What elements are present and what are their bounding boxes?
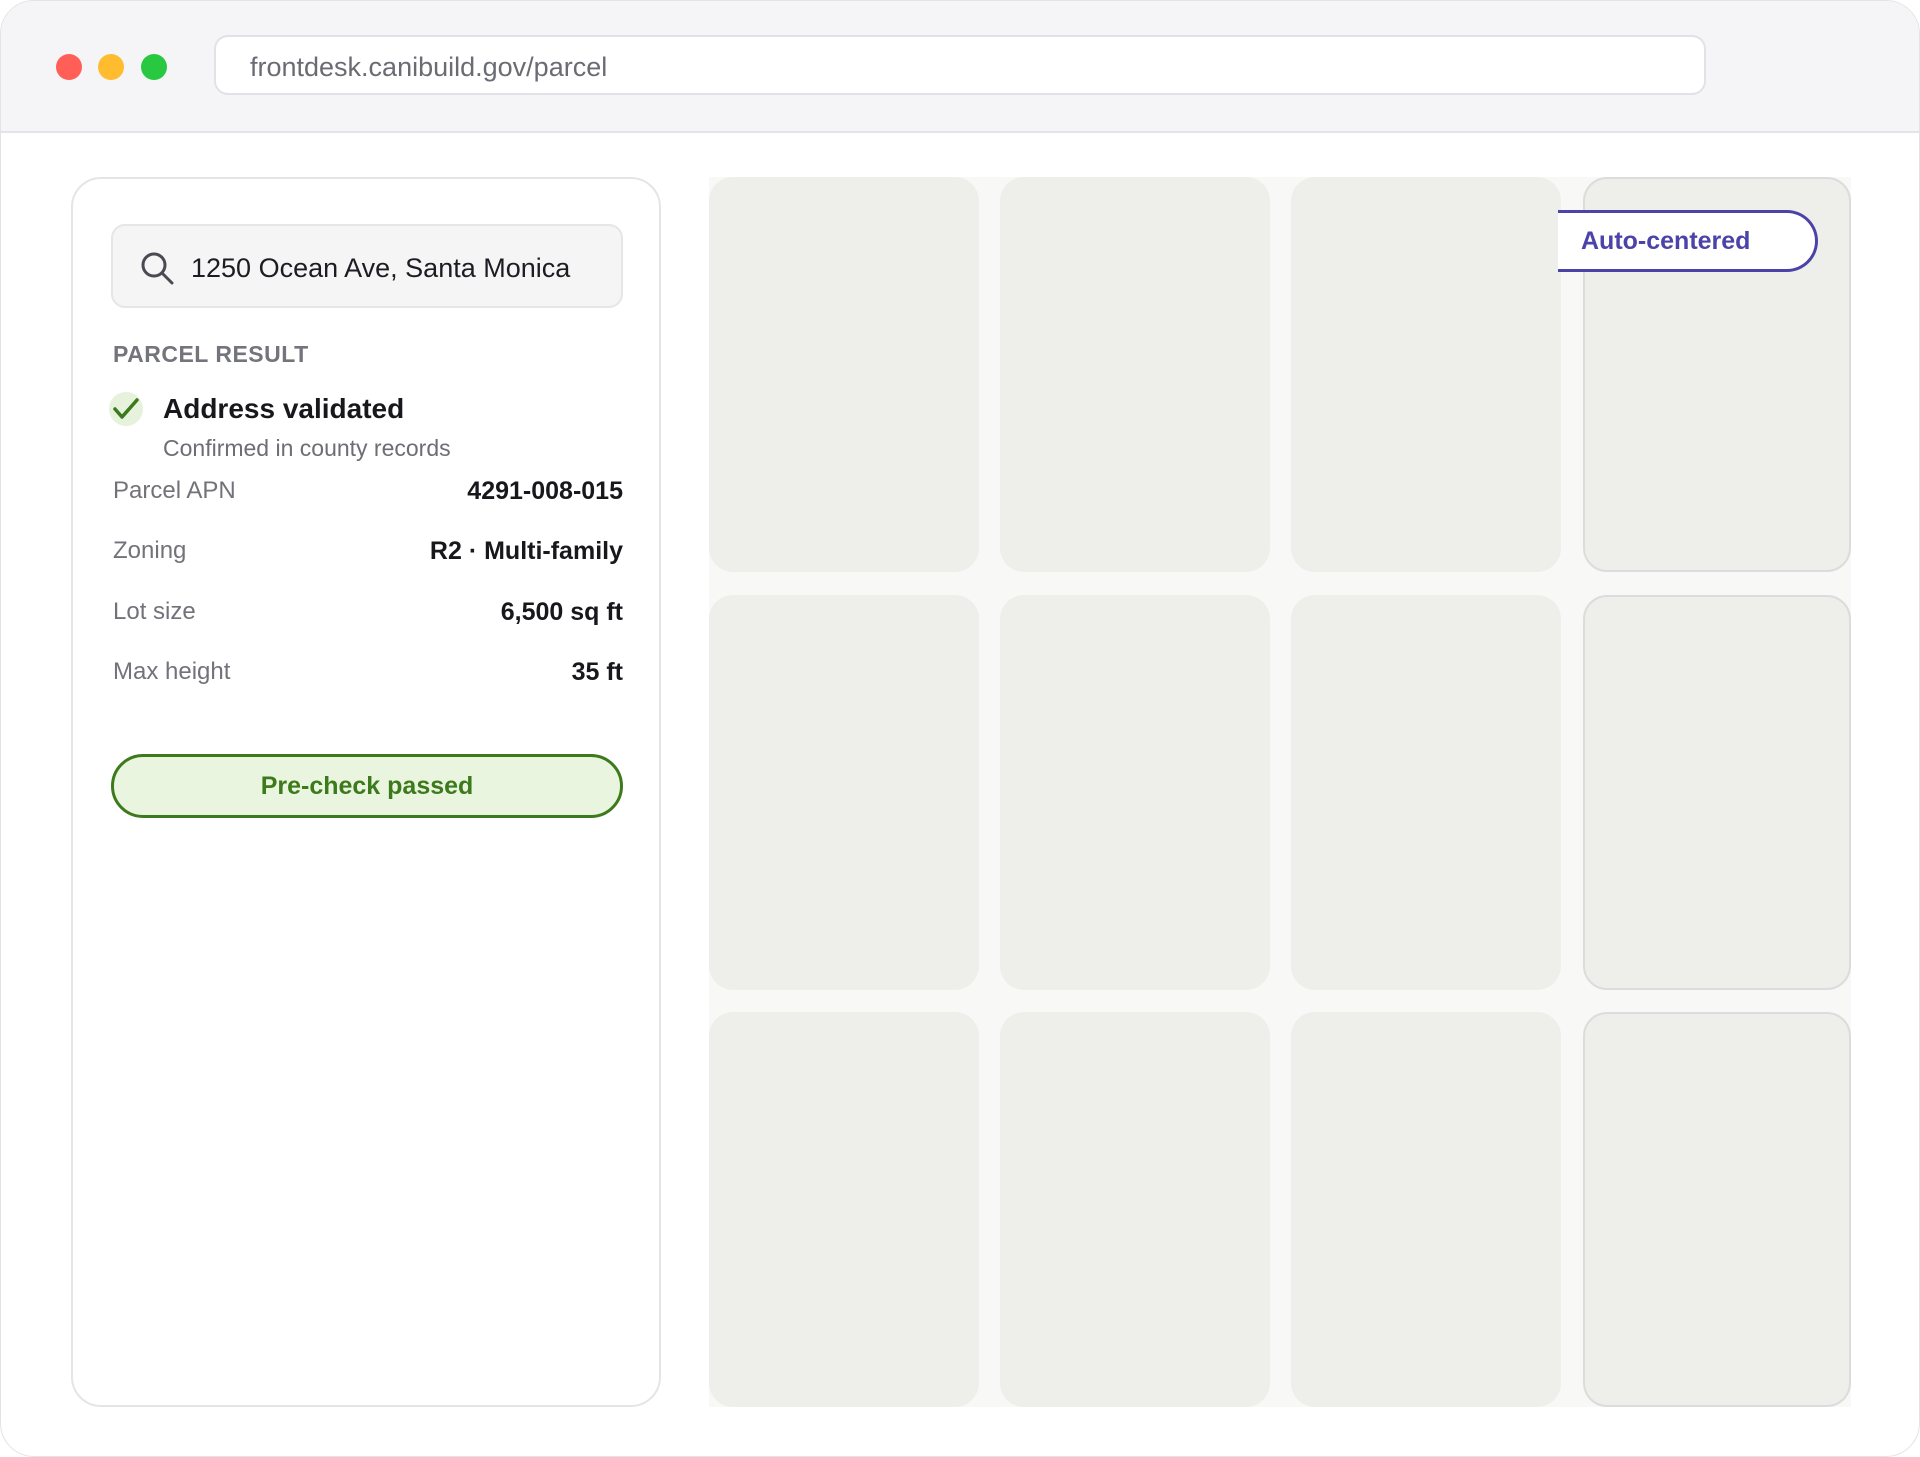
map-tile	[1583, 1012, 1851, 1407]
row-label: Lot size	[113, 598, 196, 625]
row-value: R2 · Multi-family	[429, 537, 623, 565]
row-label: Parcel APN	[113, 477, 236, 504]
row-label: Max height	[113, 658, 231, 685]
max-height-row: Max height 35 ft	[113, 658, 623, 690]
browser-toolbar: frontdesk.canibuild.gov/parcel	[1, 1, 1919, 133]
map-tile	[1000, 177, 1270, 572]
precheck-passed-button[interactable]: Pre-check passed	[111, 754, 623, 818]
checkmark-icon	[113, 398, 139, 419]
row-value: 4291-008-015	[467, 477, 623, 505]
map-tile	[709, 177, 979, 572]
parcel-panel: 1250 Ocean Ave, Santa Monica PARCEL RESU…	[71, 177, 661, 1407]
address-bar[interactable]: frontdesk.canibuild.gov/parcel	[214, 35, 1706, 95]
row-value: 6,500 sq ft	[500, 598, 623, 626]
address-search-input[interactable]: 1250 Ocean Ave, Santa Monica	[111, 224, 623, 308]
browser-window: frontdesk.canibuild.gov/parcel 1250 Ocea…	[0, 0, 1920, 1457]
url-text: frontdesk.canibuild.gov/parcel	[250, 52, 608, 82]
map-tile	[1291, 595, 1561, 990]
map-tile	[1000, 1012, 1270, 1407]
check-badge	[109, 392, 143, 426]
section-title: PARCEL RESULT	[113, 341, 309, 367]
close-window-button[interactable]	[56, 54, 82, 80]
map-tile	[1583, 595, 1851, 990]
map-tile	[1291, 1012, 1561, 1407]
search-value: 1250 Ocean Ave, Santa Monica	[191, 253, 571, 283]
zoning-row: Zoning R2 · Multi-family	[113, 537, 623, 569]
validation-status-subtitle: Confirmed in county records	[163, 435, 451, 461]
row-value: 35 ft	[571, 658, 623, 686]
auto-centered-badge[interactable]: Auto-centered	[1558, 210, 1818, 272]
search-icon	[141, 252, 174, 285]
validation-status-title: Address validated	[163, 393, 405, 424]
lot-size-row: Lot size 6,500 sq ft	[113, 598, 623, 630]
map-area[interactable]	[709, 177, 1851, 1407]
map-tile	[1000, 595, 1270, 990]
map-tile	[1291, 177, 1561, 572]
map-tile	[709, 1012, 979, 1407]
row-label: Zoning	[113, 537, 187, 564]
maximize-window-button[interactable]	[141, 54, 167, 80]
parcel-apn-row: Parcel APN 4291-008-015	[113, 477, 623, 509]
map-tile	[709, 595, 979, 990]
minimize-window-button[interactable]	[98, 54, 124, 80]
